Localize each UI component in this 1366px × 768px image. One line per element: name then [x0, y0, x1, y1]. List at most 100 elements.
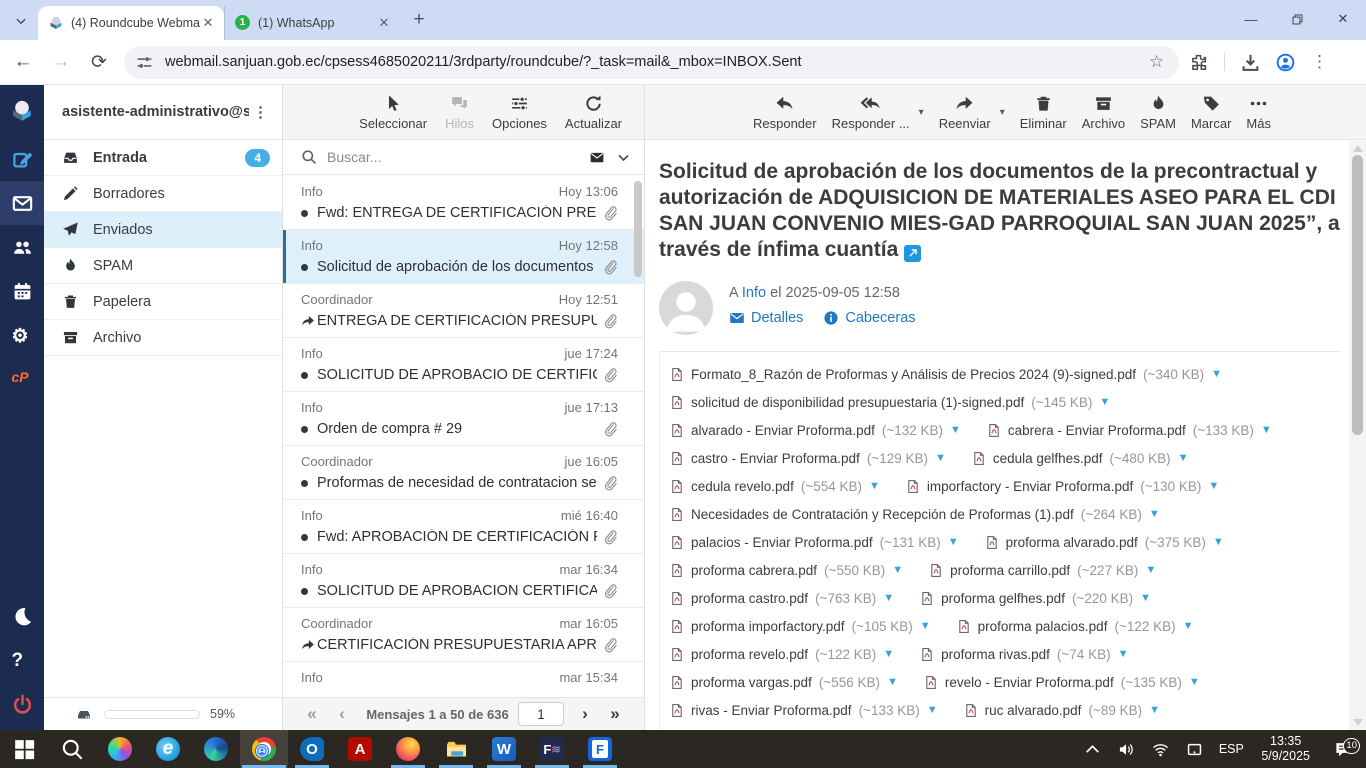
- taskbar-chrome[interactable]: [240, 730, 288, 768]
- search-options-icon[interactable]: [617, 151, 630, 164]
- toolbar-button-opciones[interactable]: Opciones: [492, 94, 547, 131]
- attachment-name[interactable]: imporfactory - Enviar Proforma.pdf: [927, 479, 1133, 494]
- search-input[interactable]: [327, 149, 587, 165]
- browser-menu-icon[interactable]: ⋮: [1311, 52, 1323, 72]
- account-menu-icon[interactable]: ⋮: [249, 103, 272, 121]
- toolbar-button-responder[interactable]: Responder: [753, 94, 817, 131]
- toolbar-button-eliminar[interactable]: Eliminar: [1020, 94, 1067, 131]
- scroll-down-arrow[interactable]: [1353, 719, 1363, 726]
- taskbar-internet-explorer[interactable]: e: [144, 730, 192, 768]
- taskbar-file-explorer[interactable]: [432, 730, 480, 768]
- rail-item-settings[interactable]: ⚙: [0, 313, 44, 357]
- attachment-name[interactable]: proforma carrillo.pdf: [950, 563, 1070, 578]
- attachment-name[interactable]: palacios - Enviar Proforma.pdf: [691, 535, 873, 550]
- recipient-link[interactable]: Info: [742, 285, 766, 301]
- attachment-item[interactable]: Necesidades de Contratación y Recepción …: [670, 500, 1160, 528]
- attachment-menu-icon[interactable]: ▼: [1183, 620, 1194, 632]
- attachment-item[interactable]: cabrera - Enviar Proforma.pdf(~133 KB)▼: [987, 416, 1272, 444]
- tray-expand-icon[interactable]: [1075, 741, 1109, 758]
- attachment-name[interactable]: rivas - Enviar Proforma.pdf: [691, 703, 852, 718]
- attachment-item[interactable]: proforma castro.pdf(~763 KB)▼: [670, 584, 894, 612]
- url-text[interactable]: webmail.sanjuan.gob.ec/cpsess4685020211/…: [165, 54, 1149, 70]
- downloads-icon[interactable]: [1241, 53, 1260, 72]
- site-info-icon[interactable]: [136, 54, 153, 71]
- taskbar-outlook[interactable]: O: [288, 730, 336, 768]
- browser-tab[interactable]: (4) Roundcube Webmail :: Envia✕: [38, 6, 224, 40]
- taskbar-firmaec[interactable]: F≋: [528, 730, 576, 768]
- attachment-item[interactable]: rivas - Enviar Proforma.pdf(~133 KB)▼: [670, 696, 938, 724]
- new-tab-button[interactable]: +: [406, 7, 432, 33]
- bookmark-star-icon[interactable]: ☆: [1149, 53, 1167, 71]
- attachment-item[interactable]: cedula gelfhes.pdf(~480 KB)▼: [972, 444, 1189, 472]
- attachment-menu-icon[interactable]: ▼: [883, 648, 894, 660]
- screen-icon[interactable]: [1177, 741, 1211, 758]
- message-row[interactable]: InfoHoy 12:58Solicitud de aprobación de …: [283, 230, 644, 284]
- forward-button[interactable]: →: [46, 47, 76, 77]
- taskbar-firefox[interactable]: [384, 730, 432, 768]
- attachment-name[interactable]: proforma revelo.pdf: [691, 647, 808, 662]
- attachment-item[interactable]: cedula revelo.pdf(~554 KB)▼: [670, 472, 880, 500]
- page-number-input[interactable]: [518, 702, 564, 726]
- attachment-menu-icon[interactable]: ▼: [883, 592, 894, 604]
- attachment-menu-icon[interactable]: ▼: [1211, 368, 1222, 380]
- attachment-item[interactable]: proforma palacios.pdf(~122 KB)▼: [957, 612, 1194, 640]
- scrollbar-thumb[interactable]: [1352, 155, 1363, 435]
- attachment-menu-icon[interactable]: ▼: [1208, 480, 1219, 492]
- attachment-name[interactable]: cedula revelo.pdf: [691, 479, 794, 494]
- rail-item-calendar[interactable]: [0, 269, 44, 313]
- rail-item-contacts[interactable]: [0, 225, 44, 269]
- language-indicator[interactable]: ESP: [1211, 742, 1251, 756]
- tab-close-icon[interactable]: ✕: [200, 15, 216, 31]
- open-in-new-window-icon[interactable]: [904, 245, 921, 262]
- toolbar-button-m-s[interactable]: Más: [1246, 94, 1271, 131]
- first-page-button[interactable]: «: [297, 704, 327, 724]
- attachment-name[interactable]: proforma castro.pdf: [691, 591, 808, 606]
- attachment-menu-icon[interactable]: ▼: [1189, 676, 1200, 688]
- attachment-name[interactable]: proforma rivas.pdf: [941, 647, 1050, 662]
- toolbar-button-marcar[interactable]: Marcar: [1191, 94, 1231, 131]
- wifi-icon[interactable]: [1143, 741, 1177, 758]
- dropdown-caret-icon[interactable]: ▾: [919, 107, 924, 118]
- search-scope-icon[interactable]: [587, 150, 607, 165]
- attachment-menu-icon[interactable]: ▼: [1118, 648, 1129, 660]
- tab-search-button[interactable]: [8, 8, 34, 34]
- attachment-item[interactable]: proforma vargas.pdf(~556 KB)▼: [670, 668, 898, 696]
- attachment-name[interactable]: ruc alvarado.pdf: [985, 703, 1082, 718]
- attachment-name[interactable]: proforma vargas.pdf: [691, 675, 812, 690]
- message-row[interactable]: Infomar 16:34SOLICITUD DE APROBACION CER…: [283, 554, 644, 608]
- attachment-name[interactable]: Necesidades de Contratación y Recepción …: [691, 507, 1074, 522]
- attachment-item[interactable]: alvarado - Enviar Proforma.pdf(~132 KB)▼: [670, 416, 961, 444]
- message-row[interactable]: Infomar 15:34: [283, 662, 644, 697]
- attachment-item[interactable]: proforma revelo.pdf(~122 KB)▼: [670, 640, 894, 668]
- restore-button[interactable]: [1274, 0, 1320, 38]
- rail-item-compose[interactable]: [0, 137, 44, 181]
- attachment-item[interactable]: proforma alvarado.pdf(~375 KB)▼: [985, 528, 1224, 556]
- attachment-name[interactable]: proforma gelfhes.pdf: [941, 591, 1065, 606]
- attachment-item[interactable]: proforma gelfhes.pdf(~220 KB)▼: [920, 584, 1151, 612]
- attachment-menu-icon[interactable]: ▼: [1213, 536, 1224, 548]
- extensions-icon[interactable]: [1189, 53, 1208, 72]
- toolbar-button-seleccionar[interactable]: Seleccionar: [359, 94, 427, 131]
- taskbar-f-app[interactable]: F: [576, 730, 624, 768]
- attachment-menu-icon[interactable]: ▼: [1178, 452, 1189, 464]
- attachment-item[interactable]: proforma rivas.pdf(~74 KB)▼: [920, 640, 1128, 668]
- message-row[interactable]: Infomié 16:40Fwd: APROBACIÓN DE CERTIFIC…: [283, 500, 644, 554]
- attachment-item[interactable]: ruc alvarado.pdf(~89 KB)▼: [964, 696, 1160, 724]
- minimize-button[interactable]: —: [1228, 0, 1274, 38]
- browser-tab[interactable]: 1(1) WhatsApp✕: [224, 6, 400, 40]
- folder-item-spam[interactable]: SPAM: [44, 248, 282, 284]
- taskbar-copilot[interactable]: [96, 730, 144, 768]
- attachment-name[interactable]: proforma alvarado.pdf: [1006, 535, 1138, 550]
- details-link[interactable]: Detalles: [729, 310, 803, 326]
- attachment-menu-icon[interactable]: ▼: [1140, 592, 1151, 604]
- attachment-menu-icon[interactable]: ▼: [869, 480, 880, 492]
- message-row[interactable]: Coordinadormar 16:05CERTIFICACIÓN PRESUP…: [283, 608, 644, 662]
- toolbar-button-hilos[interactable]: Hilos: [445, 94, 474, 131]
- reader-scrollbar[interactable]: [1349, 141, 1366, 730]
- prev-page-button[interactable]: ‹: [327, 704, 357, 724]
- attachment-menu-icon[interactable]: ▼: [948, 536, 959, 548]
- attachment-name[interactable]: revelo - Enviar Proforma.pdf: [945, 675, 1114, 690]
- attachment-menu-icon[interactable]: ▼: [1149, 508, 1160, 520]
- attachment-item[interactable]: Formato_8_Razón de Proformas y Análisis …: [670, 360, 1222, 388]
- attachment-name[interactable]: alvarado - Enviar Proforma.pdf: [691, 423, 875, 438]
